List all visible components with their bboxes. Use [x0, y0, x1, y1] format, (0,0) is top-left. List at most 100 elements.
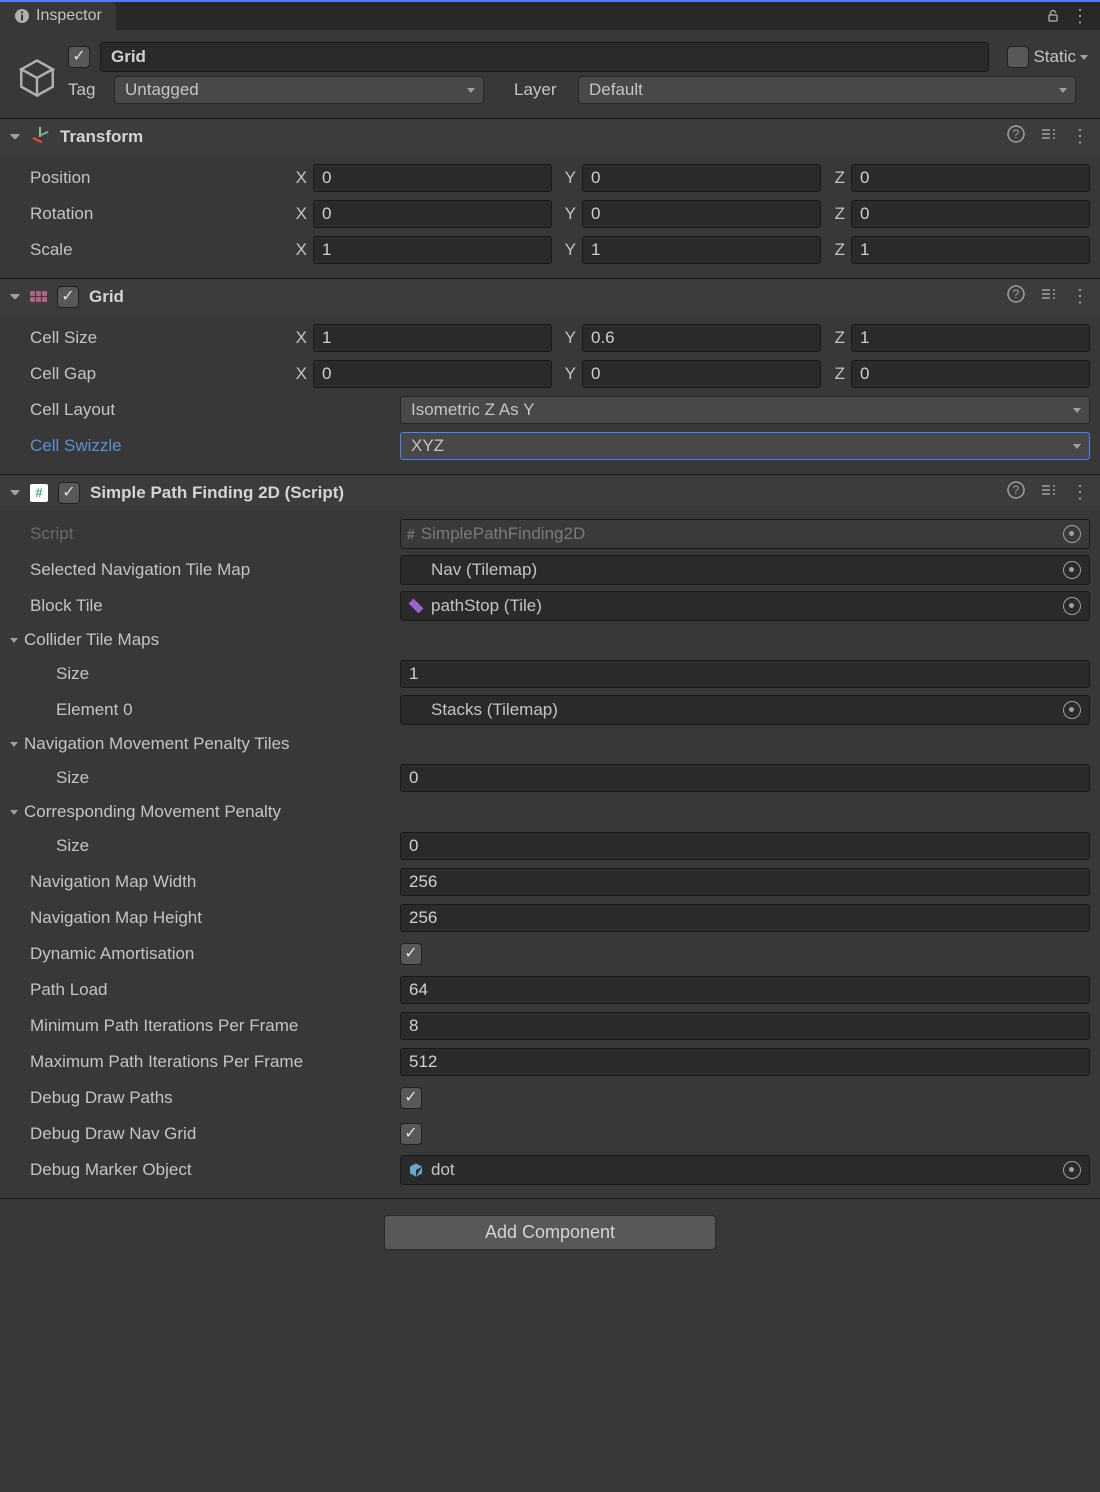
collider-size-input[interactable]: [400, 660, 1090, 688]
help-icon[interactable]: ?: [1007, 125, 1025, 148]
help-icon[interactable]: ?: [1007, 481, 1025, 504]
cell-swizzle-dropdown[interactable]: XYZ: [400, 432, 1090, 460]
component-title: Grid: [89, 287, 997, 307]
preset-icon[interactable]: [1039, 481, 1057, 504]
component-title: Transform: [60, 127, 997, 147]
rotation-x-input[interactable]: [313, 200, 552, 228]
nav-penalty-size-input[interactable]: [400, 764, 1090, 792]
component-menu-icon[interactable]: ⋮: [1071, 482, 1090, 503]
inspector-tab[interactable]: Inspector: [0, 2, 116, 30]
axis-z: Z: [827, 204, 845, 224]
debug-nav-label: Debug Draw Nav Grid: [30, 1124, 390, 1144]
gameobject-name-input[interactable]: [100, 42, 989, 72]
static-checkbox[interactable]: [1007, 46, 1029, 68]
grid-component: Grid ? ⋮ Cell Size X Y Z Cell Gap X Y Z …: [0, 278, 1100, 474]
layer-dropdown[interactable]: Default: [578, 76, 1076, 104]
scale-x-input[interactable]: [313, 236, 552, 264]
cell-gap-y-input[interactable]: [582, 360, 821, 388]
axis-y: Y: [558, 204, 576, 224]
nav-tilemap-field[interactable]: Nav (Tilemap): [400, 555, 1090, 585]
rotation-y-input[interactable]: [582, 200, 821, 228]
dyn-amort-checkbox[interactable]: [400, 943, 422, 965]
component-menu-icon[interactable]: ⋮: [1071, 126, 1090, 147]
debug-nav-checkbox[interactable]: [400, 1123, 422, 1145]
debug-paths-label: Debug Draw Paths: [30, 1088, 390, 1108]
debug-marker-field[interactable]: dot: [400, 1155, 1090, 1185]
axis-x: X: [289, 204, 307, 224]
pathfinding-component: # Simple Path Finding 2D (Script) ? ⋮ Sc…: [0, 474, 1100, 1198]
cell-size-x-input[interactable]: [313, 324, 552, 352]
transform-component: Transform ? ⋮ Position X Y Z Rotation X …: [0, 118, 1100, 278]
help-icon[interactable]: ?: [1007, 285, 1025, 308]
min-iter-label: Minimum Path Iterations Per Frame: [30, 1016, 390, 1036]
object-picker-icon[interactable]: [1063, 1161, 1081, 1179]
collider-el0-field[interactable]: Stacks (Tilemap): [400, 695, 1090, 725]
component-enabled-checkbox[interactable]: [57, 286, 79, 308]
tab-title: Inspector: [36, 7, 102, 25]
preset-icon[interactable]: [1039, 285, 1057, 308]
rotation-z-input[interactable]: [851, 200, 1090, 228]
axis-z: Z: [827, 328, 845, 348]
nav-tilemap-value: Nav (Tilemap): [431, 560, 537, 580]
script-icon: #: [30, 484, 48, 502]
gameobject-header: Static Tag Untagged Layer Default: [0, 30, 1100, 118]
debug-paths-checkbox[interactable]: [400, 1087, 422, 1109]
static-dropdown-icon[interactable]: [1080, 55, 1088, 60]
position-z-input[interactable]: [851, 164, 1090, 192]
position-x-input[interactable]: [313, 164, 552, 192]
nav-height-input[interactable]: [400, 904, 1090, 932]
path-load-input[interactable]: [400, 976, 1090, 1004]
cell-size-z-input[interactable]: [851, 324, 1090, 352]
foldout-icon[interactable]: [10, 742, 18, 747]
object-picker-icon[interactable]: [1063, 701, 1081, 719]
prefab-icon: [407, 1161, 425, 1179]
gameobject-icon[interactable]: [16, 57, 58, 99]
tag-dropdown[interactable]: Untagged: [114, 76, 484, 104]
cell-gap-x-input[interactable]: [313, 360, 552, 388]
add-component-footer: Add Component: [0, 1198, 1100, 1280]
rotation-label: Rotation: [30, 204, 279, 224]
block-tile-field[interactable]: pathStop (Tile): [400, 591, 1090, 621]
nav-width-input[interactable]: [400, 868, 1090, 896]
axis-x: X: [289, 168, 307, 188]
size-label: Size: [56, 664, 390, 684]
lock-icon[interactable]: [1045, 6, 1061, 27]
foldout-icon[interactable]: [10, 294, 20, 299]
chevron-down-icon: [1059, 88, 1067, 93]
min-iter-input[interactable]: [400, 1012, 1090, 1040]
object-picker-icon[interactable]: [1063, 561, 1081, 579]
corr-penalty-size-input[interactable]: [400, 832, 1090, 860]
cell-gap-label: Cell Gap: [30, 364, 279, 384]
preset-icon[interactable]: [1039, 125, 1057, 148]
foldout-icon[interactable]: [10, 638, 18, 643]
static-label: Static: [1033, 47, 1076, 67]
script-field: # SimplePathFinding2D: [400, 519, 1090, 549]
axis-x: X: [289, 364, 307, 384]
path-load-label: Path Load: [30, 980, 390, 1000]
active-checkbox[interactable]: [68, 46, 90, 68]
size-label: Size: [56, 768, 390, 788]
cell-size-y-input[interactable]: [582, 324, 821, 352]
foldout-icon[interactable]: [10, 134, 20, 139]
kebab-menu-icon[interactable]: ⋮: [1071, 6, 1090, 27]
scale-y-input[interactable]: [582, 236, 821, 264]
foldout-icon[interactable]: [10, 810, 18, 815]
max-iter-input[interactable]: [400, 1048, 1090, 1076]
add-component-button[interactable]: Add Component: [384, 1215, 716, 1250]
cell-gap-z-input[interactable]: [851, 360, 1090, 388]
foldout-icon[interactable]: [10, 490, 20, 495]
axis-y: Y: [558, 240, 576, 260]
object-picker-icon[interactable]: [1063, 597, 1081, 615]
object-picker-icon[interactable]: [1063, 525, 1081, 543]
axis-x: X: [289, 240, 307, 260]
component-menu-icon[interactable]: ⋮: [1071, 286, 1090, 307]
svg-text:?: ?: [1013, 483, 1020, 497]
chevron-down-icon: [1073, 444, 1081, 449]
tilemap-icon: [407, 561, 425, 579]
cell-layout-dropdown[interactable]: Isometric Z As Y: [400, 396, 1090, 424]
scale-z-input[interactable]: [851, 236, 1090, 264]
transform-icon: [30, 127, 50, 147]
nav-width-label: Navigation Map Width: [30, 872, 390, 892]
component-enabled-checkbox[interactable]: [58, 482, 80, 504]
position-y-input[interactable]: [582, 164, 821, 192]
